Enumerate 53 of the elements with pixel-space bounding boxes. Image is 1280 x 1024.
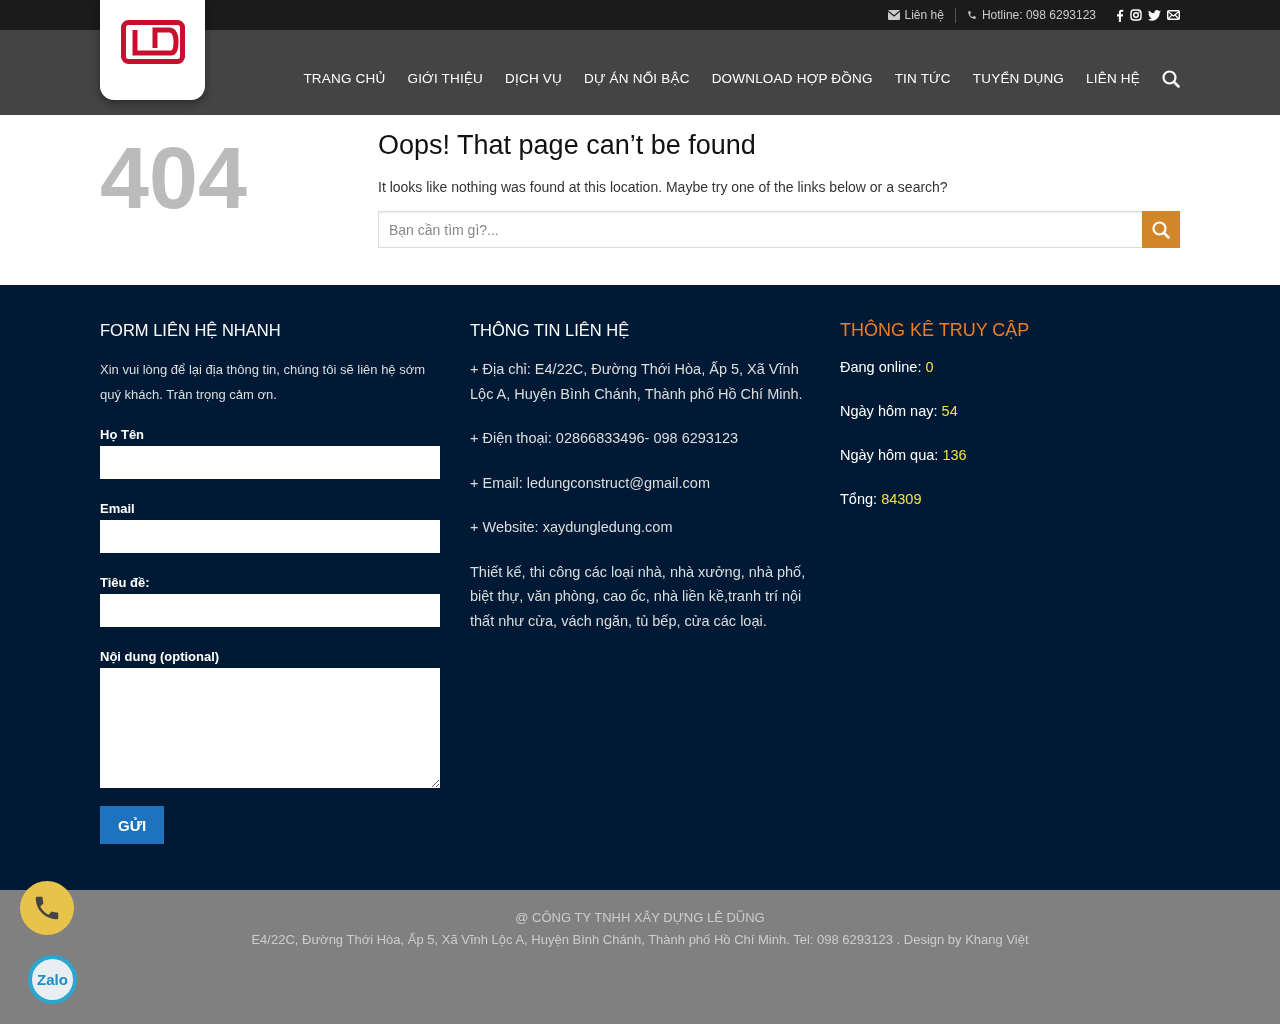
submit-button[interactable]: GỬI [100, 806, 165, 844]
form-intro: Xin vui lòng để lại địa thông tin, chúng tôi sẽ liên hệ sớm quý khách. Trân trọng cảm ơn. [100, 361, 427, 404]
envelope-icon [887, 10, 900, 20]
column-heading: THÔNG KÊ TRUY CẬP [840, 319, 1031, 341]
message-field[interactable] [100, 668, 440, 788]
contact-text: Thiết kế, thi công các loại nhà, nhà xưởng, nhà phố, biệt thự, văn phòng, cao ốc, nhà liền kề,tranh trí nội thất như cửa, vách ngăn, tủ bếp, cửa các loại. [470, 562, 807, 631]
stat-label: Đang online: [840, 359, 922, 375]
nav-link[interactable]: DOWNLOAD HỢP ĐỒNG [711, 71, 873, 86]
search-icon[interactable] [1162, 69, 1180, 88]
nav-link[interactable]: TIN TỨC [894, 71, 951, 86]
field-label: Nội dung (optional) [100, 649, 221, 664]
envelope-icon[interactable] [1167, 10, 1180, 20]
input-field[interactable] [100, 446, 440, 479]
instagram-icon[interactable] [1130, 9, 1142, 21]
stat-value: 54 [941, 403, 958, 419]
field-label: Họ Tên [100, 427, 146, 442]
stat-value: 136 [942, 447, 967, 463]
address-text: E4/22C, Đường Thới Hòa, Ấp 5, Xã Vĩnh Lộc A, Huyện Bình Chánh, Thành phố Hồ Chí Minh. Tel: 098 6293123 . Design by Khang Việt [251, 932, 1029, 948]
field-label: Email [100, 501, 136, 516]
stat-label: Ngày hôm qua: [840, 447, 939, 463]
error-message: It looks like nothing was found at this location. Maybe try one of the links below or a search? [378, 178, 949, 196]
nav-link[interactable]: LIÊN HỆ [1086, 71, 1140, 86]
nav-link[interactable]: TRANG CHỦ [303, 71, 386, 86]
copyright-text: @ CÔNG TY TNHH XÂY DỰNG LÊ DŨNG [515, 910, 765, 926]
error-title: Oops! That page can’t be found [378, 129, 757, 162]
phone-icon [966, 10, 977, 20]
stat-label: Ngày hôm nay: [840, 403, 938, 419]
nav-link[interactable]: TUYỂN DỤNG [972, 71, 1065, 86]
input-field[interactable] [100, 520, 440, 553]
field-label: Tiêu đề: [100, 575, 151, 590]
nav-link[interactable]: DỰ ÁN NỔI BẬC [583, 71, 690, 86]
contact-text: + Điện thoại: 02866833496- 098 6293123 [470, 429, 740, 448]
contact-text: + Website: xaydungledung.com [470, 518, 674, 537]
column-heading: THÔNG TIN LIÊN HỆ [470, 320, 631, 341]
logo-card[interactable] [100, 0, 205, 100]
stat-value: 0 [925, 359, 934, 375]
top-link[interactable]: Liên hệ [887, 8, 944, 22]
logo-icon [120, 20, 185, 64]
search-button[interactable] [1142, 211, 1180, 248]
twitter-icon[interactable] [1148, 9, 1161, 21]
top-link[interactable]: Hotline: 098 6293123 [966, 8, 1096, 22]
contact-text: + Email: ledungconstruct@gmail.com [470, 473, 711, 493]
error-code: 404 [100, 134, 248, 229]
nav-link[interactable]: GIỚI THIỆU [407, 71, 484, 86]
stat-value: 84309 [881, 491, 922, 507]
nav-link[interactable]: DỊCH VỤ [505, 71, 562, 86]
contact-text: + Địa chỉ: E4/22C, Đường Thới Hòa, Ấp 5, Xã Vĩnh Lộc A, Huyện Bình Chánh, Thành phố Hồ Chí Minh. [470, 360, 804, 404]
search-field[interactable]: Bạn cần tìm gì?... [378, 211, 1142, 248]
search-icon [1152, 220, 1170, 239]
stat-label: Tổng: [840, 491, 878, 507]
input-field[interactable] [100, 594, 440, 627]
column-heading: FORM LIÊN HỆ NHANH [100, 320, 282, 341]
facebook-icon[interactable] [1116, 8, 1124, 22]
